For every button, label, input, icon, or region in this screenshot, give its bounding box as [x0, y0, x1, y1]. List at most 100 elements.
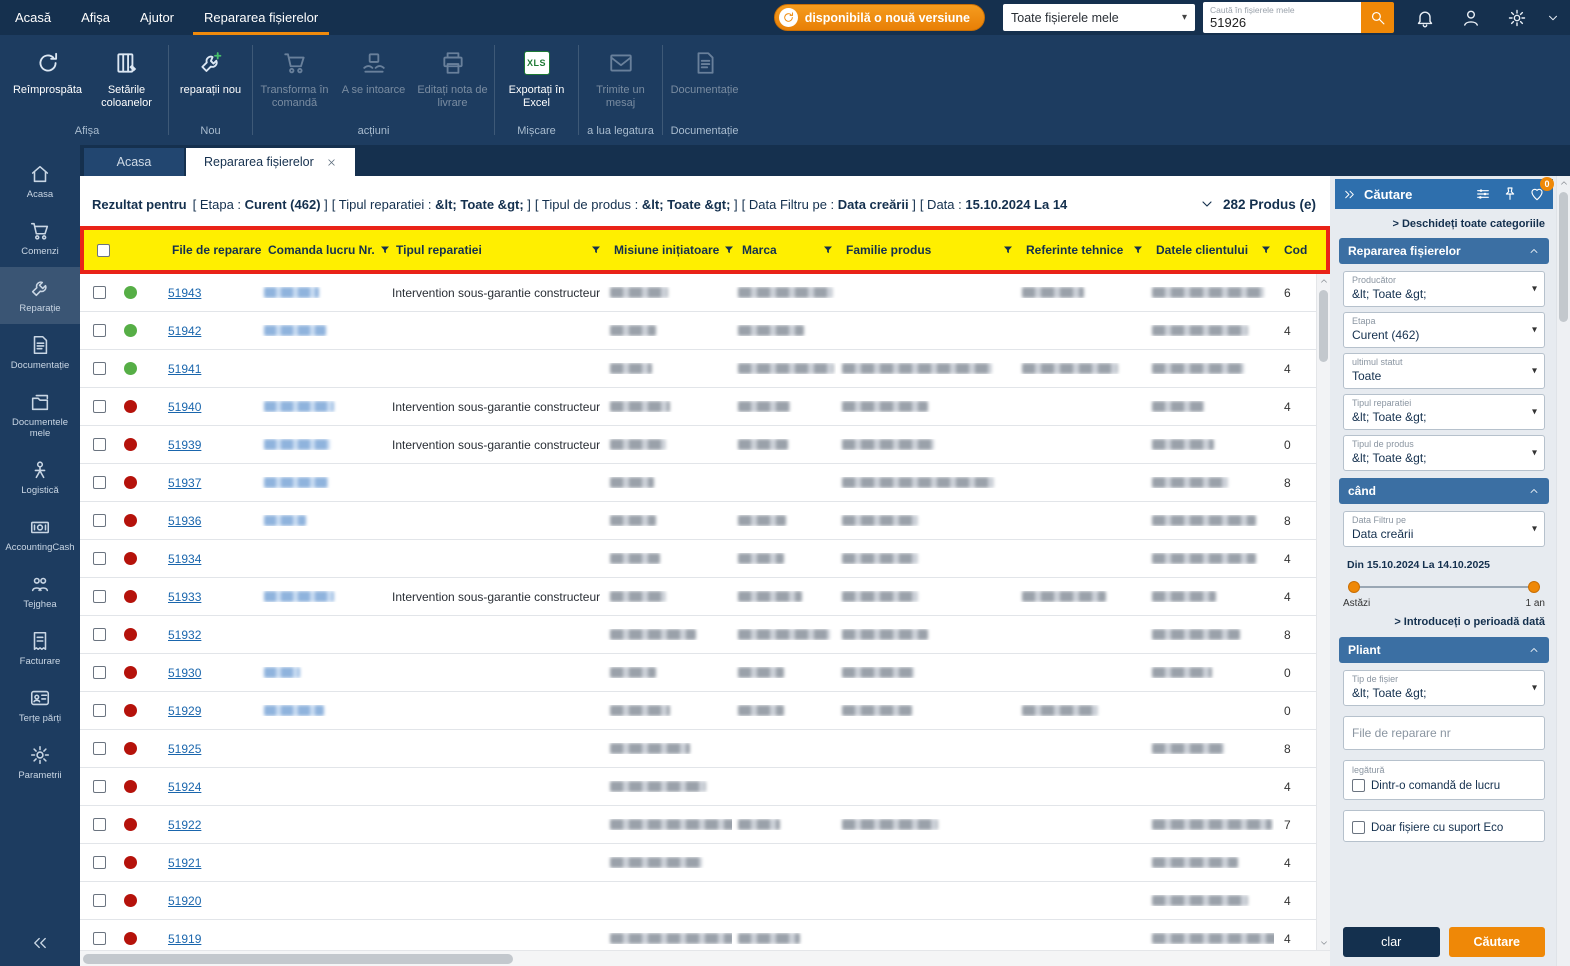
- eco-support-checkbox[interactable]: [1352, 821, 1365, 834]
- scroll-up-icon[interactable]: [1559, 176, 1569, 190]
- filter-funnel-icon[interactable]: [723, 244, 735, 256]
- search-button[interactable]: [1361, 2, 1394, 33]
- file-scope-dropdown[interactable]: Toate fișierele mele ▾: [1003, 4, 1195, 31]
- file-number-link[interactable]: 51921: [168, 856, 201, 870]
- file-number-link[interactable]: 51937: [168, 476, 201, 490]
- row-checkbox[interactable]: [92, 552, 106, 565]
- file-number-link[interactable]: 51925: [168, 742, 201, 756]
- clear-button[interactable]: clar: [1343, 927, 1440, 957]
- menu-item-repararea-fisierelor[interactable]: Repararea fișierelor: [189, 0, 333, 35]
- filter-dropdown-etapa[interactable]: Etapa Curent (462) ▾: [1343, 312, 1545, 348]
- slider-handle-start[interactable]: [1348, 581, 1360, 593]
- filter-dropdown-data-filtru-pe[interactable]: Data Filtru pe Data creării ▾: [1343, 511, 1545, 547]
- scrollbar-thumb[interactable]: [1559, 192, 1568, 322]
- date-range-slider[interactable]: [1348, 579, 1540, 595]
- sidebar-item-reparatie[interactable]: Reparație: [0, 267, 80, 324]
- row-checkbox[interactable]: [92, 590, 106, 603]
- menu-item-afisa[interactable]: Afișa: [66, 0, 125, 35]
- sidebar-item-acasa[interactable]: Acasa: [0, 153, 80, 210]
- chevron-down-icon[interactable]: [1540, 11, 1566, 25]
- table-row-51921[interactable]: 51921 4: [80, 844, 1316, 882]
- file-number-link[interactable]: 51922: [168, 818, 201, 832]
- ribbon-button-reparatii-nou[interactable]: reparații nou: [172, 41, 249, 99]
- tab-home[interactable]: Acasa: [84, 148, 184, 176]
- row-checkbox[interactable]: [92, 818, 106, 831]
- ribbon-button-exportati-in-excel[interactable]: XLS Exportați în Excel: [498, 41, 575, 112]
- row-checkbox[interactable]: [92, 400, 106, 413]
- ribbon-button-reimprospata[interactable]: Reîmprospăta: [9, 41, 86, 99]
- column-header-marca[interactable]: Marca: [736, 230, 840, 270]
- filter-dropdown-tipul-reparatiei[interactable]: Tipul reparatiei &lt; Toate &gt; ▾: [1343, 394, 1545, 430]
- row-checkbox[interactable]: [92, 780, 106, 793]
- filter-funnel-icon[interactable]: [590, 244, 602, 256]
- from-work-order-checkbox[interactable]: [1352, 779, 1365, 792]
- sidebar-item-tejghea[interactable]: Tejghea: [0, 563, 80, 620]
- filter-funnel-icon[interactable]: [822, 244, 834, 256]
- table-row-51929[interactable]: 51929 0: [80, 692, 1316, 730]
- file-number-link[interactable]: 51929: [168, 704, 201, 718]
- table-vertical-scrollbar[interactable]: [1316, 274, 1330, 950]
- scrollbar-thumb[interactable]: [1319, 290, 1328, 362]
- select-all-checkbox[interactable]: [96, 243, 110, 257]
- sidebar-item-comenzi[interactable]: Comenzi: [0, 210, 80, 267]
- section-header-repair-files[interactable]: Repararea fișierelor: [1339, 238, 1549, 264]
- column-header-comanda-lucru-nr[interactable]: Comanda lucru Nr.: [262, 230, 390, 270]
- user-account-icon[interactable]: [1448, 8, 1494, 28]
- table-row-51919[interactable]: 51919 4: [80, 920, 1316, 950]
- column-header-referinte-tehnice[interactable]: Referinte tehnice: [1020, 230, 1150, 270]
- row-checkbox[interactable]: [92, 932, 106, 945]
- settings-gear-icon[interactable]: [1494, 8, 1540, 28]
- sidebar-item-parametrii[interactable]: Parametrii: [0, 734, 80, 791]
- file-number-link[interactable]: 51934: [168, 552, 201, 566]
- column-header-cod[interactable]: Cod: [1278, 230, 1320, 270]
- column-header-tipul-reparatiei[interactable]: Tipul reparatiei: [390, 230, 608, 270]
- chevrons-right-icon[interactable]: [1343, 188, 1356, 201]
- filter-funnel-icon[interactable]: [1260, 244, 1272, 256]
- sidebar-collapse-button[interactable]: [0, 924, 80, 966]
- open-all-categories-link[interactable]: > Deschideți toate categoriile: [1335, 209, 1553, 236]
- section-header-folder[interactable]: Pliant: [1339, 637, 1549, 663]
- panel-vertical-scrollbar[interactable]: [1556, 176, 1570, 966]
- row-checkbox[interactable]: [92, 894, 106, 907]
- table-horizontal-scrollbar[interactable]: [80, 950, 1330, 966]
- table-row-51932[interactable]: 51932 8: [80, 616, 1316, 654]
- menu-item-acasa[interactable]: Acasă: [0, 0, 66, 35]
- update-available-button[interactable]: disponibilă o nouă versiune: [773, 4, 985, 31]
- file-number-link[interactable]: 51942: [168, 324, 201, 338]
- sidebar-item-documentele-mele[interactable]: Documentele mele: [0, 381, 80, 449]
- table-row-51939[interactable]: 51939 Intervention sous-garantie constru…: [80, 426, 1316, 464]
- file-number-link[interactable]: 51919: [168, 932, 201, 946]
- file-number-link[interactable]: 51924: [168, 780, 201, 794]
- table-row-51922[interactable]: 51922 7: [80, 806, 1316, 844]
- row-checkbox[interactable]: [92, 856, 106, 869]
- table-row-51943[interactable]: 51943 Intervention sous-garantie constru…: [80, 274, 1316, 312]
- from-work-order-option[interactable]: Dintr-o comandă de lucru: [1352, 776, 1536, 792]
- file-number-link[interactable]: 51943: [168, 286, 201, 300]
- sliders-filter-icon[interactable]: [1475, 186, 1491, 202]
- file-number-link[interactable]: 51933: [168, 590, 201, 604]
- table-row-51924[interactable]: 51924 4: [80, 768, 1316, 806]
- column-header-misiune-initiatoare[interactable]: Misiune inițiatoare: [608, 230, 736, 270]
- row-checkbox[interactable]: [92, 324, 106, 337]
- file-number-link[interactable]: 51932: [168, 628, 201, 642]
- filter-dropdown-tip-de-fisier[interactable]: Tip de fișier &lt; Toate &gt; ▾: [1343, 670, 1545, 706]
- file-number-link[interactable]: 51941: [168, 362, 201, 376]
- scroll-up-icon[interactable]: [1319, 274, 1329, 288]
- sidebar-item-accountingcash[interactable]: AccountingCash: [0, 506, 80, 563]
- file-number-link[interactable]: 51936: [168, 514, 201, 528]
- file-number-link[interactable]: 51940: [168, 400, 201, 414]
- slider-handle-end[interactable]: [1528, 581, 1540, 593]
- row-checkbox[interactable]: [92, 628, 106, 641]
- notifications-bell-icon[interactable]: [1402, 8, 1448, 28]
- table-row-51936[interactable]: 51936 8: [80, 502, 1316, 540]
- filter-funnel-icon[interactable]: [379, 244, 390, 256]
- row-checkbox[interactable]: [92, 666, 106, 679]
- file-number-link[interactable]: 51930: [168, 666, 201, 680]
- table-row-51925[interactable]: 51925 8: [80, 730, 1316, 768]
- file-number-link[interactable]: 51939: [168, 438, 201, 452]
- table-row-51930[interactable]: 51930 0: [80, 654, 1316, 692]
- scroll-down-icon[interactable]: [1319, 936, 1329, 950]
- eco-support-option[interactable]: Doar fișiere cu suport Eco: [1352, 818, 1536, 834]
- pin-icon[interactable]: [1502, 186, 1518, 202]
- repair-file-number-input[interactable]: [1343, 716, 1545, 750]
